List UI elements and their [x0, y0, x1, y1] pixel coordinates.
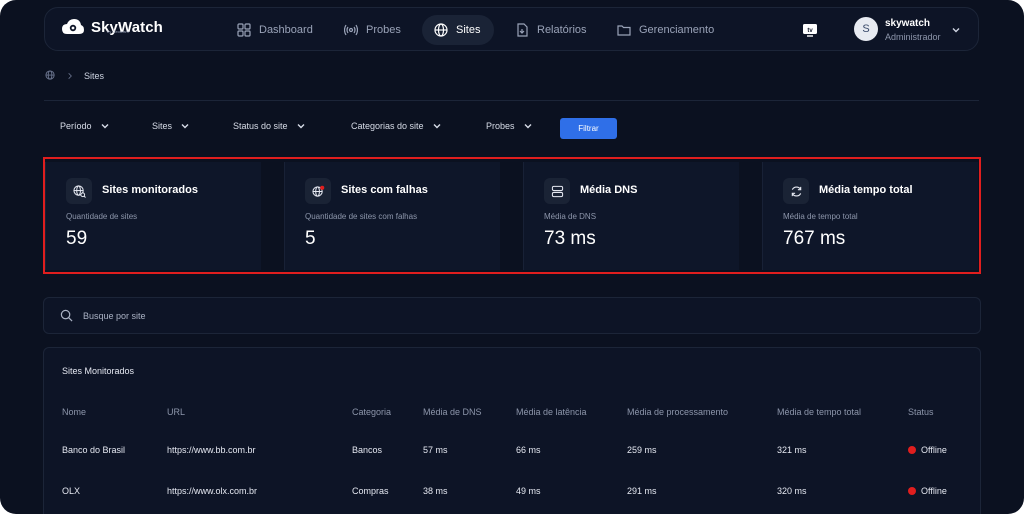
- filter-probes[interactable]: Probes: [486, 121, 533, 131]
- brand-subtitle: by Geoteam: [107, 29, 129, 34]
- filter-label: Status do site: [233, 121, 288, 131]
- report-icon: [517, 23, 528, 37]
- column-header[interactable]: Status: [908, 407, 934, 417]
- column-header[interactable]: URL: [167, 407, 185, 417]
- folder-icon: [617, 25, 631, 36]
- nav-gerenciamento[interactable]: Gerenciamento: [605, 15, 726, 45]
- cell-category: Compras: [352, 486, 389, 496]
- cell-name: OLX: [62, 486, 81, 496]
- filter-apply-button[interactable]: Filtrar: [560, 118, 617, 139]
- nav-label: Dashboard: [259, 24, 313, 36]
- user-name: skywatch: [885, 18, 931, 29]
- status-dot: [908, 446, 916, 454]
- svg-text:tv: tv: [807, 28, 813, 34]
- filter-sites[interactable]: Sites: [152, 121, 190, 131]
- cell-dns: 57 ms: [423, 445, 448, 455]
- app-window: SkyWatch by Geoteam Dashboard Probes Sit…: [0, 0, 1024, 514]
- filter-periodo[interactable]: Período: [60, 121, 110, 131]
- breadcrumb: Sites: [45, 70, 104, 81]
- avatar[interactable]: S: [854, 17, 878, 41]
- search-input[interactable]: [83, 310, 383, 321]
- filter-label: Período: [60, 121, 92, 131]
- column-header[interactable]: Média de DNS: [423, 407, 482, 417]
- breadcrumb-current: Sites: [84, 70, 105, 81]
- column-header[interactable]: Média de processamento: [627, 407, 728, 417]
- cell-processing: 259 ms: [627, 445, 657, 455]
- chevron-down-icon: [433, 124, 441, 129]
- cell-total-time: 320 ms: [777, 486, 807, 496]
- sites-table-card: Sites Monitorados Nome URL Categoria Méd…: [43, 347, 981, 514]
- column-header[interactable]: Média de latência: [516, 407, 587, 417]
- filter-label: Sites: [152, 121, 173, 131]
- cell-url[interactable]: https://www.olx.com.br: [167, 486, 257, 496]
- status-dot: [908, 487, 916, 495]
- status-badge: Offline: [908, 486, 947, 496]
- search-icon: [60, 309, 73, 322]
- broadcast-icon: [344, 24, 358, 36]
- user-role: Administrador: [885, 32, 941, 42]
- filter-label: Categorias do site: [351, 121, 424, 131]
- column-header[interactable]: Categoria: [352, 407, 391, 417]
- cell-total-time: 321 ms: [777, 445, 807, 455]
- divider: [44, 100, 979, 101]
- column-header[interactable]: Média de tempo total: [777, 407, 861, 417]
- cell-dns: 38 ms: [423, 486, 448, 496]
- nav-label: Probes: [366, 24, 401, 36]
- nav-relatorios[interactable]: Relatórios: [503, 15, 599, 45]
- filter-label: Probes: [486, 121, 515, 131]
- globe-search-icon[interactable]: [45, 70, 56, 81]
- nav-label: Relatórios: [537, 24, 587, 36]
- cell-category: Bancos: [352, 445, 383, 455]
- cell-name: Banco do Brasil: [62, 445, 126, 455]
- chevron-right-icon: [68, 72, 72, 79]
- nav-dashboard[interactable]: Dashboard: [225, 15, 325, 45]
- column-header[interactable]: Nome: [62, 407, 86, 417]
- grid-icon: [237, 23, 251, 37]
- chevron-down-icon: [101, 124, 109, 129]
- cell-url[interactable]: https://www.bb.com.br: [167, 445, 256, 455]
- nav-sites[interactable]: Sites: [422, 15, 494, 45]
- nav-probes[interactable]: Probes: [332, 15, 413, 45]
- chevron-down-icon: [297, 124, 305, 129]
- cloud-logo-icon: [62, 19, 84, 34]
- nav-label: Gerenciamento: [639, 24, 715, 36]
- cell-latency: 66 ms: [516, 445, 541, 455]
- chevron-down-icon: [524, 124, 532, 129]
- filter-categorias-do-site[interactable]: Categorias do site: [351, 121, 442, 131]
- stats-highlight-frame: [43, 157, 981, 274]
- cell-latency: 49 ms: [516, 486, 541, 496]
- globe-icon: [434, 23, 448, 37]
- chevron-down-icon: [181, 124, 189, 129]
- tv-mode-icon[interactable]: tv: [802, 22, 818, 38]
- top-navbar: SkyWatch by Geoteam Dashboard Probes Sit…: [44, 7, 979, 51]
- filter-status-do-site[interactable]: Status do site: [233, 121, 306, 131]
- nav-label: Sites: [456, 24, 481, 36]
- table-title: Sites Monitorados: [62, 366, 135, 376]
- status-text: Offline: [921, 486, 947, 496]
- cell-processing: 291 ms: [627, 486, 657, 496]
- search-bar: [43, 297, 981, 334]
- status-badge: Offline: [908, 445, 947, 455]
- status-text: Offline: [921, 445, 947, 455]
- chevron-down-icon[interactable]: [951, 25, 961, 35]
